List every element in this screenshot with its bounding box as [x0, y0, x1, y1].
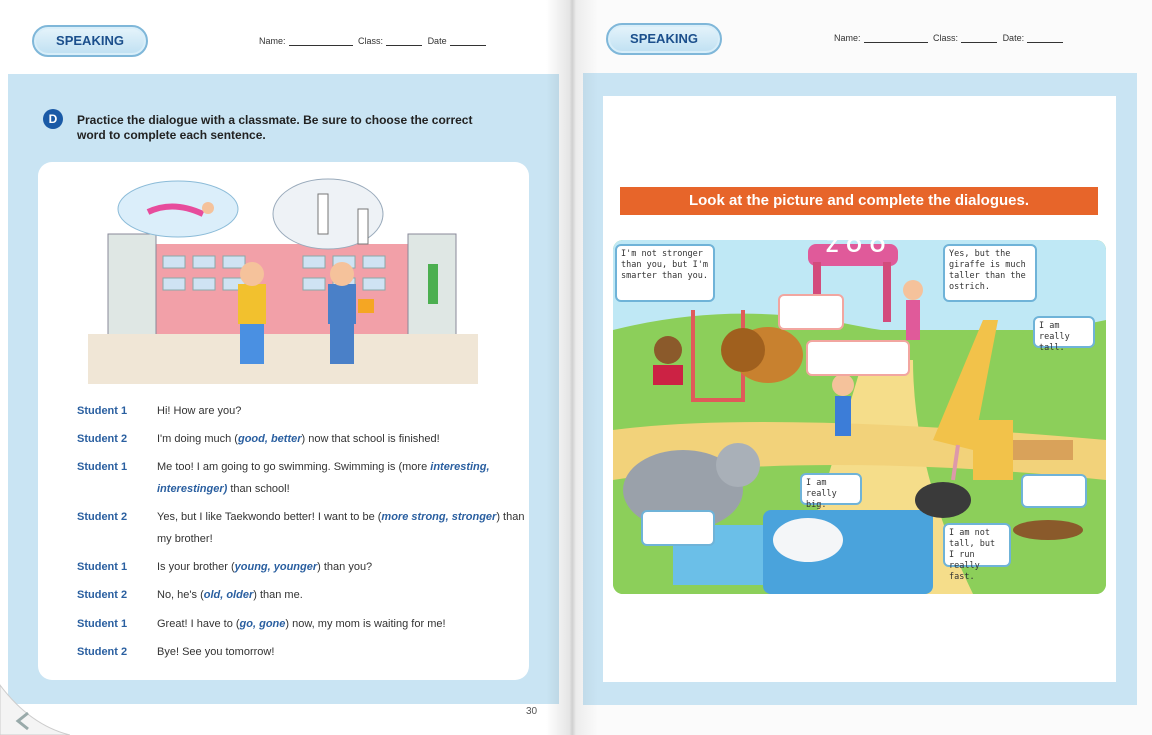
word-choice[interactable]: young, younger	[235, 561, 318, 573]
instruction: Practice the dialogue with a classmate. …	[77, 113, 527, 143]
zoo-sign: ZOO	[826, 240, 894, 257]
speaker-label: Student 1	[77, 618, 128, 630]
speech-bubble-girl: Yes, but the giraffe is much taller than…	[943, 244, 1037, 302]
date-blank[interactable]	[449, 36, 486, 46]
speaker-label: Student 2	[77, 646, 128, 658]
speaking-badge: SPEAKING	[606, 23, 722, 55]
speech-bubble-giraffe: I am really tall.	[1033, 316, 1095, 353]
line-text: I'm doing much (good, better) now that s…	[157, 433, 440, 445]
student-info-line: Name: Class: Date	[259, 36, 489, 46]
blank-bubble-elephant-sign[interactable]	[641, 510, 715, 546]
school-illustration	[88, 174, 478, 384]
line-text: Yes, but I like Taekwondo better! I want…	[157, 511, 525, 545]
line-text: Bye! See you tomorrow!	[157, 646, 275, 658]
line-text: Hi! How are you?	[157, 405, 242, 417]
name-label: Name:	[259, 36, 286, 46]
class-blank[interactable]	[386, 36, 423, 46]
speech-bubble-ostrich: I am not tall, but I run really fast.	[943, 523, 1011, 582]
line-text: Great! I have to (go, gone) now, my mom …	[157, 618, 446, 630]
instruction-banner: Look at the picture and complete the dia…	[620, 187, 1098, 215]
line-text: Is your brother (young, younger) than yo…	[157, 561, 373, 573]
speaker-label: Student 2	[77, 433, 128, 445]
instruction-line-1: Practice the dialogue with a classmate. …	[77, 113, 473, 127]
speech-bubble-monkey: I'm not stronger than you, but I'm smart…	[615, 244, 715, 302]
name-label: Name:	[834, 33, 861, 43]
dialogue-card: Student 1 Hi! How are you? Student 2 I'm…	[38, 162, 529, 680]
word-choice[interactable]: good, better	[238, 433, 302, 445]
class-blank[interactable]	[961, 33, 998, 43]
left-page: SPEAKING Name: Class: Date D Practice th…	[0, 0, 572, 735]
date-label: Date:	[1002, 33, 1025, 43]
page-curl-prev[interactable]	[0, 655, 70, 735]
line-text: Me too! I am going to go swimming. Swimm…	[157, 461, 490, 495]
student-info-line: Name: Class: Date:	[834, 33, 1066, 43]
blank-bubble-cheetah[interactable]	[1021, 474, 1087, 508]
word-choice[interactable]: more strong, stronger	[381, 511, 496, 523]
speaker-label: Student 2	[77, 511, 128, 523]
name-blank[interactable]	[288, 36, 353, 46]
class-label: Class:	[933, 33, 959, 43]
instruction-line-2: word to complete each sentence.	[77, 128, 266, 142]
blank-bubble-boy[interactable]	[806, 340, 910, 376]
word-choice[interactable]: old, older	[204, 589, 254, 601]
word-choice[interactable]: go, gone	[240, 618, 286, 630]
class-label: Class:	[358, 36, 384, 46]
speech-bubble-elephant: I am really big.	[800, 473, 862, 510]
date-blank[interactable]	[1027, 33, 1064, 43]
page-number: 30	[526, 706, 538, 717]
line-text: No, he's (old, older) than me.	[157, 589, 303, 601]
zoo-scene: ZOO I'm not stronger than you, but I'm s…	[613, 240, 1106, 594]
speaking-badge: SPEAKING	[32, 25, 148, 57]
blank-bubble-lion[interactable]	[778, 294, 844, 330]
speaker-label: Student 1	[77, 405, 128, 417]
name-blank[interactable]	[863, 33, 928, 43]
date-label: Date	[427, 36, 447, 46]
right-page: SPEAKING Name: Class: Date: Look at the …	[572, 0, 1152, 735]
speaker-label: Student 1	[77, 561, 128, 573]
speaker-label: Student 1	[77, 461, 128, 473]
activity-letter-badge: D	[43, 109, 63, 129]
speaker-label: Student 2	[77, 589, 128, 601]
